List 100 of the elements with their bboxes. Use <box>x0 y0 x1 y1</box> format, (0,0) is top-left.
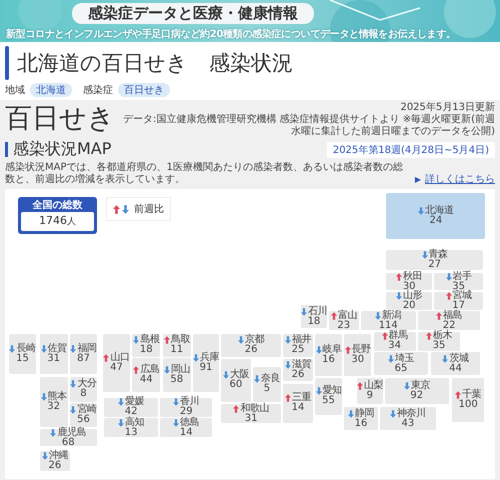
prefecture-tile[interactable]: 鳥取 11 <box>162 334 191 357</box>
case-count: 31 <box>47 354 60 364</box>
prefecture-name: 三重 <box>292 393 312 404</box>
prefecture-tile[interactable]: 愛媛 42 <box>104 398 158 417</box>
prefecture-tile[interactable]: 埼玉 65 <box>374 352 428 376</box>
case-count: 44 <box>140 375 153 386</box>
page-title: 北海道の百日せき 感染状況 <box>17 50 293 77</box>
prefecture-tile[interactable]: 山梨 9 <box>357 378 383 404</box>
prefecture-tile[interactable]: 栃木 35 <box>418 332 460 351</box>
prefecture-tile[interactable]: 神奈川 43 <box>380 407 436 430</box>
prefecture-tile[interactable]: 岩手 35 <box>434 272 483 290</box>
case-count: 34 <box>388 341 401 352</box>
total-count: 1746人 <box>21 212 94 231</box>
prefecture-name: 長崎 <box>16 344 36 354</box>
case-count: 5 <box>264 384 270 394</box>
prefecture-name: 福岡 <box>77 344 96 354</box>
prefecture-tile[interactable]: 山形 20 <box>386 292 432 310</box>
case-count: 55 <box>322 396 335 406</box>
prefecture-name: 佐賀 <box>48 344 67 354</box>
prefecture-name: 宮城 <box>452 290 472 301</box>
prefecture-tile[interactable]: 岡山 58 <box>162 358 191 392</box>
prefecture-tile[interactable]: 長野 30 <box>344 334 372 376</box>
prefecture-tile[interactable]: 徳島 14 <box>160 418 212 438</box>
case-count: 18 <box>140 345 153 356</box>
prefecture-tile[interactable]: 香川 29 <box>160 398 212 417</box>
prefecture-tile[interactable]: 鹿児島 68 <box>40 428 97 446</box>
prefecture-tile[interactable]: 熊本 32 <box>40 376 68 428</box>
prefecture-name: 群馬 <box>388 331 408 342</box>
prefecture-name: 岩手 <box>452 272 472 282</box>
arrow-down-icon <box>122 204 129 214</box>
prefecture-name: 愛媛 <box>125 397 144 408</box>
prefecture-tile[interactable]: 三重 14 <box>283 384 313 423</box>
prefecture-tile[interactable]: 長崎 15 <box>9 334 36 374</box>
prefecture-tile[interactable]: 群馬 34 <box>374 332 416 351</box>
prefecture-tile[interactable]: 富山 23 <box>329 311 358 330</box>
case-count: 18 <box>308 316 320 327</box>
prefecture-tile[interactable]: 兵庫 91 <box>193 334 219 392</box>
prefecture-tile[interactable]: 佐賀 31 <box>40 334 68 374</box>
filter-label: 感染症 <box>83 84 113 97</box>
prefecture-tile[interactable]: 滋賀 26 <box>283 359 313 382</box>
case-count: 91 <box>200 363 212 374</box>
prefecture-tile[interactable]: 沖縄 26 <box>40 451 70 471</box>
prefecture-tile[interactable]: 岐阜 16 <box>315 334 342 376</box>
prefecture-tile[interactable]: 静岡 16 <box>344 407 378 430</box>
prefecture-tile[interactable]: 広島 44 <box>132 358 160 392</box>
prefecture-tile[interactable]: 宮城 17 <box>434 292 483 310</box>
prefecture-tile[interactable]: 福岡 87 <box>70 334 97 374</box>
prefecture-tile[interactable]: 大阪 60 <box>221 359 251 402</box>
prefecture-tile[interactable]: 山口 47 <box>103 334 130 392</box>
prefecture-name: 山梨 <box>364 380 383 391</box>
prefecture-tile[interactable]: 京都 26 <box>221 334 282 357</box>
case-count: 29 <box>180 407 193 418</box>
site-subtitle: 新型コロナとインフルエンザや手足口病など約20種類の感染症についてデータと情報をお伝えします。 <box>6 27 456 41</box>
prefecture-tile[interactable]: 福島 22 <box>418 311 480 330</box>
case-count: 30 <box>402 282 416 292</box>
prefecture-name: 鳥取 <box>170 335 190 346</box>
prefecture-name: 茨城 <box>449 354 468 364</box>
prefecture-name: 滋賀 <box>292 360 312 370</box>
filter-tag[interactable]: 北海道 <box>30 83 72 97</box>
filter-tag[interactable]: 百日せき <box>118 83 170 97</box>
filter-label: 地域 <box>5 84 25 97</box>
prefecture-tile[interactable]: 新潟 114 <box>360 311 416 330</box>
details-link[interactable]: 詳しくはこちら <box>425 174 495 186</box>
prefecture-tile[interactable]: 愛知 55 <box>315 378 342 415</box>
case-count: 16 <box>322 354 335 365</box>
prefecture-tile[interactable]: 茨城 44 <box>430 352 480 376</box>
prefecture-tile[interactable]: 石川 18 <box>301 305 327 328</box>
prefecture-tile[interactable]: 高知 13 <box>104 418 158 438</box>
prefecture-tile[interactable]: 福井 25 <box>283 334 313 357</box>
case-count: 47 <box>110 363 123 374</box>
case-count: 92 <box>410 390 424 401</box>
prefecture-tile[interactable]: 和歌山 31 <box>221 404 282 423</box>
prefecture-name: 埼玉 <box>394 354 414 364</box>
prefecture-name: 北海道 <box>425 206 454 216</box>
prefecture-name: 岐阜 <box>322 344 342 355</box>
case-count: 30 <box>351 354 364 365</box>
prefecture-name: 千葉 <box>462 390 482 400</box>
prefecture-tile[interactable]: 青森 27 <box>386 250 483 270</box>
case-count: 60 <box>229 380 242 390</box>
case-count: 15 <box>16 354 29 364</box>
prefecture-name: 熊本 <box>48 392 67 402</box>
prefecture-tile[interactable]: 大分 8 <box>70 376 97 402</box>
prefecture-tile[interactable]: 北海道 24 <box>386 193 486 240</box>
case-count: 24 <box>429 216 442 226</box>
case-count: 26 <box>292 370 304 380</box>
prefecture-name: 広島 <box>140 365 160 376</box>
case-count: 44 <box>449 364 462 374</box>
prefecture-tile[interactable]: 千葉 100 <box>452 378 484 422</box>
prefecture-tile[interactable]: 奈良 5 <box>252 367 281 402</box>
case-count: 22 <box>442 320 456 331</box>
prefecture-tile[interactable]: 宮崎 56 <box>70 403 97 428</box>
prefecture-tile[interactable]: 東京 92 <box>384 378 449 404</box>
site-title: 感染症データと医療・健康情報 <box>72 3 314 24</box>
prefecture-name: 石川 <box>308 306 327 317</box>
prefecture-tile[interactable]: 秋田 30 <box>386 272 432 290</box>
prefecture-tile[interactable]: 島根 18 <box>132 334 160 357</box>
case-count: 100 <box>458 400 478 410</box>
prefecture-name: 鹿児島 <box>57 428 86 438</box>
case-count: 26 <box>244 345 258 356</box>
prefecture-name: 大分 <box>77 379 96 390</box>
